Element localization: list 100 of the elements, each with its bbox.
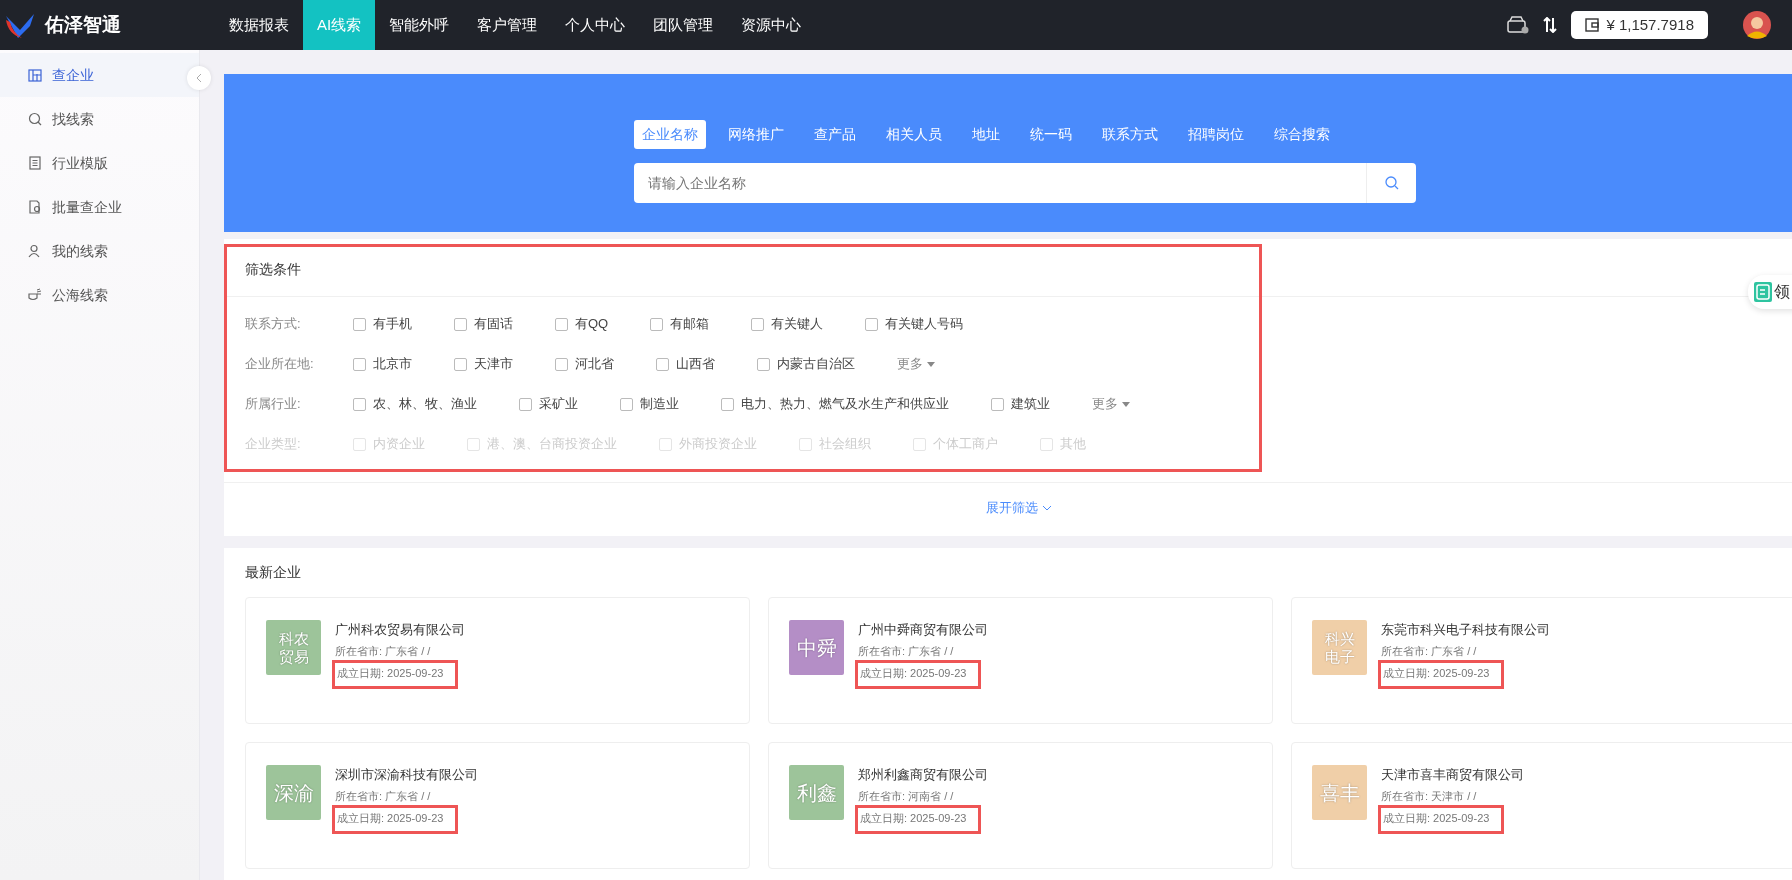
company-logo: 深渝 <box>266 765 321 820</box>
sidebar-item[interactable]: 公海线索 <box>0 273 199 317</box>
nav-tab[interactable]: 个人中心 <box>551 0 640 50</box>
nav-tab[interactable]: 数据报表 <box>215 0 303 50</box>
nav-tab[interactable]: 客户管理 <box>463 0 552 50</box>
company-name[interactable]: 广州中舜商贸有限公司 <box>858 620 988 640</box>
search-button[interactable] <box>1366 163 1416 203</box>
company-logo: 利鑫 <box>789 765 844 820</box>
checkbox[interactable] <box>757 357 770 371</box>
company-card[interactable]: 科农贸易 广州科农贸易有限公司 所在省市: 广东省 / / 成立日期: 2025-09-23 <box>245 597 750 724</box>
section-title: 最新企业 <box>245 564 301 580</box>
checkbox[interactable] <box>865 317 879 331</box>
checkbox[interactable] <box>751 317 765 331</box>
sidebar-item[interactable]: 查企业 <box>0 53 199 97</box>
filter-option[interactable]: 有关键人 <box>751 314 824 334</box>
filter-option[interactable]: 山西省 <box>656 354 715 374</box>
search-icon <box>1384 176 1399 190</box>
company-card[interactable]: 喜丰 天津市喜丰商贸有限公司 所在省市: 天津市 / / 成立日期: 2025-09-23 <box>1291 742 1792 869</box>
checkbox[interactable] <box>519 397 532 411</box>
checkbox[interactable] <box>555 317 568 331</box>
founded-date: 成立日期: 2025-09-23 <box>335 663 456 686</box>
filter-option[interactable]: 采矿业 <box>519 394 578 414</box>
checkbox[interactable] <box>650 317 664 331</box>
company-name[interactable]: 天津市喜丰商贸有限公司 <box>1381 765 1524 785</box>
company-name[interactable]: 深圳市深渝科技有限公司 <box>335 765 478 785</box>
sidebar-item[interactable]: 我的线索 <box>0 229 199 273</box>
balance-button[interactable]: ¥ 1,157.7918 <box>1571 11 1708 39</box>
filter-option[interactable]: 有QQ <box>555 314 609 334</box>
claim-button[interactable]: 领 <box>1748 275 1792 309</box>
filter-option[interactable]: 天津市 <box>454 354 513 374</box>
nav-tab[interactable]: 智能外呼 <box>375 0 464 50</box>
checkbox[interactable] <box>353 317 366 331</box>
company-region: 所在省市: 广东省 / / <box>335 644 432 659</box>
wallet-icon <box>1585 18 1600 32</box>
company-logo: 中舜 <box>789 620 844 675</box>
building-icon <box>28 68 42 82</box>
founded-date: 成立日期: 2025-09-23 <box>335 808 456 831</box>
filter-option[interactable]: 制造业 <box>620 394 679 414</box>
filter-option[interactable]: 有手机 <box>353 314 412 334</box>
vip-icon[interactable] <box>1507 16 1530 34</box>
filter-option[interactable]: 农、林、牧、渔业 <box>353 394 477 414</box>
more-dropdown[interactable]: 更多 <box>1092 394 1130 414</box>
filter-option[interactable]: 河北省 <box>555 354 614 374</box>
filter-label: 所属行业: <box>245 395 302 414</box>
avatar[interactable] <box>1743 11 1771 39</box>
filter-label: 企业所在地: <box>245 355 315 374</box>
checkbox[interactable] <box>353 397 366 411</box>
sidebar-item[interactable]: 批量查企业 <box>0 185 199 229</box>
sidebar-item[interactable]: 找线索 <box>0 97 199 141</box>
company-card[interactable]: 深渝 深圳市深渝科技有限公司 所在省市: 广东省 / / 成立日期: 2025-09-23 <box>245 742 750 869</box>
company-region: 所在省市: 天津市 / / <box>1381 789 1478 804</box>
company-logo: 科兴电子 <box>1312 620 1367 675</box>
company-region: 所在省市: 广东省 / / <box>1381 644 1478 659</box>
checkbox[interactable] <box>454 357 467 371</box>
cup-icon <box>28 288 42 302</box>
filter-option[interactable]: 建筑业 <box>991 394 1050 414</box>
checkbox[interactable] <box>721 397 734 411</box>
checkbox[interactable] <box>991 397 1004 411</box>
search-field[interactable]: 请输入企业名称 <box>634 163 1366 203</box>
document-icon <box>28 156 42 170</box>
company-name[interactable]: 广州科农贸易有限公司 <box>335 620 465 640</box>
sidebar-item[interactable]: 行业模版 <box>0 141 199 185</box>
more-dropdown[interactable]: 更多 <box>897 354 935 374</box>
checkbox[interactable] <box>555 357 568 371</box>
filter-option[interactable]: 有邮箱 <box>650 314 710 334</box>
filter-option[interactable]: 北京市 <box>353 354 412 374</box>
nav-tab[interactable]: 团队管理 <box>639 0 728 50</box>
company-card[interactable]: 中舜 广州中舜商贸有限公司 所在省市: 广东省 / / 成立日期: 2025-09-23 <box>768 597 1273 724</box>
filter-option[interactable]: 电力、热力、燃气及水生产和供应业 <box>721 394 949 414</box>
caret-icon <box>1121 401 1130 407</box>
company-card[interactable]: 科兴电子 东莞市科兴电子科技有限公司 所在省市: 广东省 / / 成立日期: 2025-09-23 <box>1291 597 1792 724</box>
search-icon <box>28 112 42 126</box>
nav-tab[interactable]: 资源中心 <box>727 0 816 50</box>
company-region: 所在省市: 河南省 / / <box>858 789 955 804</box>
swap-icon[interactable] <box>1543 17 1558 33</box>
filter-option[interactable]: 内蒙古自治区 <box>757 354 855 374</box>
expand-filters-link[interactable]: 展开筛选 <box>986 498 1052 518</box>
filter-option[interactable]: 有关键人号码 <box>865 314 964 334</box>
checkbox[interactable] <box>656 357 669 371</box>
company-name[interactable]: 东莞市科兴电子科技有限公司 <box>1381 620 1550 640</box>
document-icon <box>1754 282 1772 302</box>
founded-date: 成立日期: 2025-09-23 <box>1381 808 1502 831</box>
founded-date: 成立日期: 2025-09-23 <box>1381 663 1502 686</box>
checkbox[interactable] <box>353 357 366 371</box>
checkbox[interactable] <box>620 397 633 411</box>
file-search-icon <box>28 200 42 214</box>
checkbox[interactable] <box>454 317 467 331</box>
filter-title: 筛选条件 <box>245 261 301 277</box>
company-logo: 科农贸易 <box>266 620 321 675</box>
founded-date: 成立日期: 2025-09-23 <box>858 808 979 831</box>
chevron-down-icon <box>1041 504 1052 511</box>
user-icon <box>28 244 42 258</box>
caret-icon <box>926 361 935 367</box>
filter-option[interactable]: 有固话 <box>454 314 513 334</box>
company-card[interactable]: 利鑫 郑州利鑫商贸有限公司 所在省市: 河南省 / / 成立日期: 2025-09-23 <box>768 742 1273 869</box>
brand-name: 佑泽智通 <box>44 12 121 37</box>
company-name[interactable]: 郑州利鑫商贸有限公司 <box>858 765 988 785</box>
company-region: 所在省市: 广东省 / / <box>335 789 432 804</box>
founded-date: 成立日期: 2025-09-23 <box>858 663 979 686</box>
chevron-left-icon <box>196 73 202 83</box>
